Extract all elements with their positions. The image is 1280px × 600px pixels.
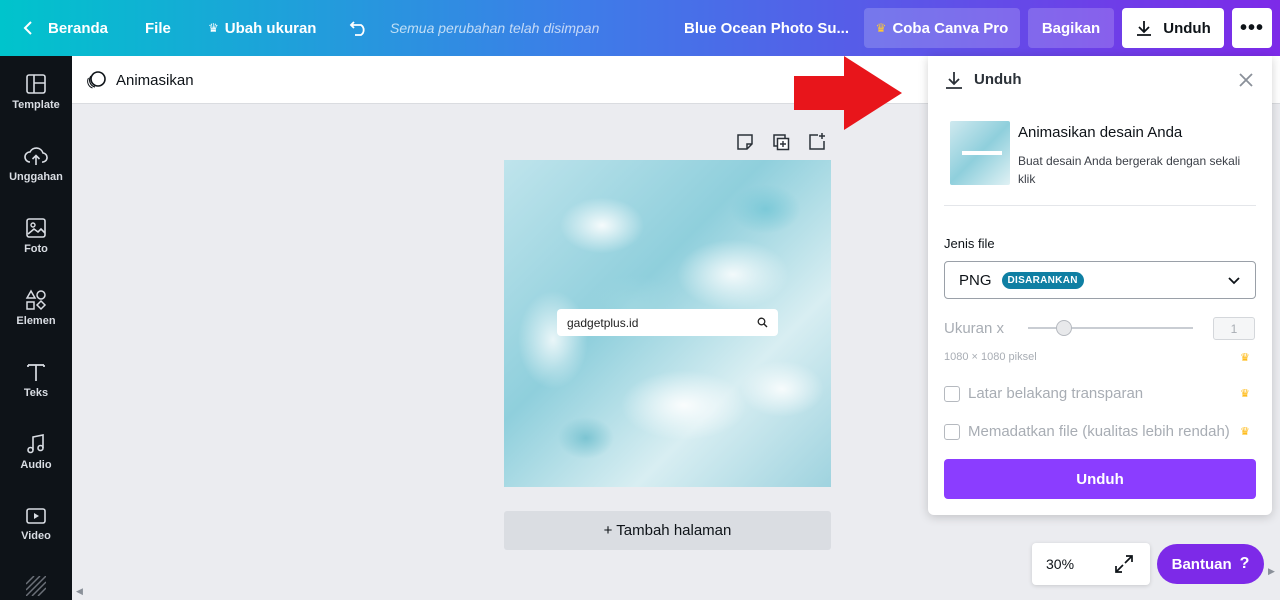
add-page-icon-button[interactable] — [805, 131, 829, 153]
size-slider-track[interactable] — [1028, 327, 1193, 329]
download-panel-title: Unduh — [974, 71, 1022, 88]
design-thumbnail — [950, 121, 1010, 185]
resize-label: Ubah ukuran — [224, 19, 317, 37]
design-canvas[interactable]: gadgetplus.id — [504, 160, 831, 487]
animate-design-card[interactable]: Animasikan desain Anda Buat desain Anda … — [944, 114, 1256, 206]
download-icon — [1137, 21, 1152, 36]
dimensions-text: 1080 × 1080 piksel — [944, 351, 1037, 363]
share-button[interactable]: Bagikan — [1028, 8, 1114, 48]
animate-icon — [87, 71, 106, 89]
sidebar-label: Foto — [24, 243, 48, 255]
size-label: Ukuran x — [944, 320, 1005, 337]
sidebar-label: Unggahan — [9, 171, 63, 183]
audio-icon — [27, 434, 44, 454]
page-notes-button[interactable] — [733, 131, 757, 153]
download-panel-header: Unduh — [928, 56, 1272, 104]
recommended-badge: DISARANKAN — [1001, 271, 1084, 289]
red-arrow-annotation — [794, 56, 902, 130]
download-button[interactable]: Unduh — [944, 459, 1256, 499]
save-status: Semua perubahan telah disimpan — [390, 20, 600, 36]
compress-file-label: Memadatkan file (kualitas lebih rendah) — [968, 423, 1230, 440]
close-icon — [1239, 73, 1253, 87]
upload-icon — [24, 147, 48, 165]
chevron-left-icon — [23, 21, 32, 35]
sidebar-label: Audio — [20, 459, 52, 471]
crown-icon: ♛ — [1240, 426, 1250, 438]
file-type-label: Jenis file — [944, 236, 995, 251]
top-bar: Beranda File ♛ Ubah ukuran Semua perubah… — [0, 0, 1280, 56]
sidebar-label: Video — [21, 530, 51, 542]
file-type-select[interactable]: PNG DISARANKAN — [944, 261, 1256, 299]
add-page-button[interactable]: + Tambah halaman — [504, 511, 831, 550]
download-top-button[interactable]: Unduh — [1122, 8, 1224, 48]
resize-button[interactable]: ♛ Ubah ukuran — [208, 0, 316, 56]
duplicate-icon — [773, 134, 790, 151]
template-icon — [26, 74, 46, 94]
transparent-background-checkbox[interactable] — [944, 385, 960, 402]
file-type-value: PNG — [959, 271, 992, 289]
animate-button[interactable]: Animasikan — [86, 56, 194, 104]
size-input[interactable]: 1 — [1213, 317, 1255, 340]
sidebar-item-elements[interactable]: Elemen — [0, 272, 72, 344]
sidebar-label: Teks — [23, 387, 49, 399]
try-pro-label: Coba Canva Pro — [892, 19, 1009, 37]
add-page-icon — [809, 133, 825, 150]
design-search-text: gadgetplus.id — [567, 315, 639, 330]
sidebar-item-template[interactable]: Template — [0, 56, 72, 128]
more-dots-icon: ••• — [1239, 16, 1264, 39]
sidebar-item-video[interactable]: Video — [0, 488, 72, 560]
scroll-right-arrow-icon[interactable]: ▶ — [1268, 566, 1278, 580]
animate-card-title: Animasikan desain Anda — [1018, 124, 1183, 141]
help-button[interactable]: Bantuan ? — [1157, 544, 1264, 584]
fullscreen-icon[interactable] — [1114, 554, 1134, 574]
sidebar-item-photos[interactable]: Foto — [0, 200, 72, 272]
file-menu[interactable]: File — [145, 0, 171, 56]
crown-icon: ♛ — [208, 21, 219, 35]
chevron-down-icon — [1228, 277, 1240, 285]
sidebar-item-uploads[interactable]: Unggahan — [0, 128, 72, 200]
sidebar-label: Template — [12, 99, 60, 111]
animate-card-description: Buat desain Anda bergerak dengan sekali … — [1018, 154, 1241, 186]
elements-icon — [25, 289, 47, 311]
compress-file-option[interactable]: Memadatkan file (kualitas lebih rendah) — [944, 423, 1230, 440]
zoom-level[interactable]: 30% — [1046, 556, 1074, 572]
left-sidebar: Template Unggahan Foto Elemen Teks Audio… — [0, 56, 72, 600]
download-top-label: Unduh — [1163, 19, 1211, 37]
back-home-button[interactable]: Beranda — [22, 0, 108, 56]
close-panel-button[interactable] — [1236, 70, 1256, 90]
animate-label: Animasikan — [116, 71, 194, 89]
text-icon — [27, 364, 45, 381]
video-icon — [26, 508, 46, 524]
size-slider-handle[interactable] — [1056, 320, 1073, 336]
download-panel: Unduh Animasikan desain Anda Buat desain… — [928, 56, 1272, 515]
search-icon — [757, 317, 768, 328]
design-search-bar[interactable]: gadgetplus.id — [557, 309, 778, 336]
download-icon — [946, 72, 962, 89]
duplicate-page-button[interactable] — [769, 131, 793, 153]
back-home-label: Beranda — [48, 19, 109, 37]
question-icon: ? — [1239, 555, 1250, 572]
crown-icon: ♛ — [1240, 352, 1250, 364]
document-title[interactable]: Blue Ocean Photo Su... — [684, 0, 849, 56]
undo-icon — [349, 21, 365, 36]
zoom-control[interactable]: 30% — [1032, 543, 1150, 585]
background-pattern-icon[interactable] — [25, 575, 47, 597]
sidebar-item-audio[interactable]: Audio — [0, 416, 72, 488]
help-label: Bantuan — [1171, 555, 1232, 573]
scroll-left-arrow-icon[interactable]: ◀ — [76, 586, 86, 596]
transparent-background-label: Latar belakang transparan — [968, 385, 1144, 402]
more-options-button[interactable]: ••• — [1232, 8, 1272, 48]
crown-icon: ♛ — [1240, 388, 1250, 400]
sidebar-item-text[interactable]: Teks — [0, 344, 72, 416]
try-pro-button[interactable]: ♛ Coba Canva Pro — [864, 8, 1020, 48]
crown-icon: ♛ — [875, 21, 887, 35]
transparent-background-option[interactable]: Latar belakang transparan — [944, 385, 1143, 402]
compress-file-checkbox[interactable] — [944, 423, 960, 440]
note-icon — [737, 134, 753, 150]
sidebar-label: Elemen — [16, 315, 56, 327]
undo-button[interactable] — [349, 0, 369, 56]
photo-icon — [26, 218, 46, 238]
